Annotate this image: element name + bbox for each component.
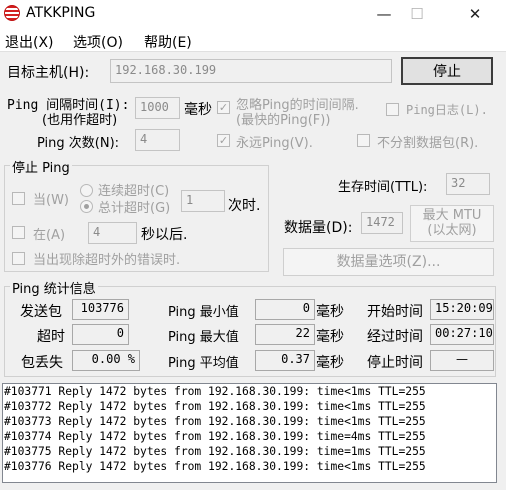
start-time-label: 开始时间: [367, 304, 423, 320]
data-size-label: 数据量(D):: [284, 220, 353, 236]
count-input[interactable]: 4: [135, 129, 180, 151]
interval-unit: 毫秒: [184, 102, 212, 118]
stop-on-error-checkbox[interactable]: [12, 252, 25, 265]
stop-at-checkbox[interactable]: [12, 226, 25, 239]
data-size-input[interactable]: 1472: [361, 212, 403, 234]
log-line: #103774 Reply 1472 bytes from 192.168.30…: [4, 430, 426, 443]
stop-at-label: 在(A): [33, 228, 66, 243]
max-mtu-line2: (以太网): [427, 223, 477, 238]
loss-label: 包丢失: [21, 355, 63, 371]
min-unit: 毫秒: [316, 304, 344, 320]
ttl-input[interactable]: 32: [446, 173, 490, 195]
total-timeout-label: 总计超时(G): [98, 201, 171, 216]
stats-title: Ping 统计信息: [10, 278, 98, 297]
count-label: Ping 次数(N):: [37, 136, 120, 151]
log-line: #103776 Reply 1472 bytes from 192.168.30…: [4, 460, 426, 473]
min-label: Ping 最小值: [168, 305, 239, 320]
max-mtu-button[interactable]: 最大 MTU (以太网): [410, 205, 494, 242]
stop-on-error-label: 当出现除超时外的错误时.: [33, 253, 181, 268]
timeout-count-input[interactable]: 1: [181, 190, 225, 212]
max-label: Ping 最大值: [168, 330, 239, 345]
avg-label: Ping 平均值: [168, 356, 239, 371]
max-mtu-line1: 最大 MTU: [422, 208, 482, 223]
no-fragment-label: 不分割数据包(R).: [377, 136, 479, 151]
times-label: 次时.: [228, 198, 261, 214]
app-icon: [4, 5, 20, 21]
total-timeout-radio[interactable]: [80, 200, 93, 213]
log-line: #103773 Reply 1472 bytes from 192.168.30…: [4, 415, 426, 428]
max-value: 22: [255, 324, 315, 345]
ignore-interval-checkbox[interactable]: ✓: [217, 101, 230, 114]
maximize-button[interactable]: ☐: [394, 0, 440, 28]
start-time-value: 15:20:09: [430, 299, 494, 320]
timeout-value: 0: [72, 324, 129, 345]
ping-log-checkbox[interactable]: [386, 103, 399, 116]
ping-forever-checkbox[interactable]: ✓: [217, 134, 230, 147]
ping-log-box[interactable]: #103771 Reply 1472 bytes from 192.168.30…: [2, 383, 497, 483]
log-line: #103771 Reply 1472 bytes from 192.168.30…: [4, 385, 426, 398]
ignore-interval-sublabel: (最快的Ping(F)): [236, 113, 331, 128]
stop-time-label: 停止时间: [367, 355, 423, 371]
ping-log-label: Ping日志(L).: [406, 103, 488, 117]
consecutive-timeout-radio[interactable]: [80, 184, 93, 197]
no-fragment-checkbox[interactable]: [357, 134, 370, 147]
stop-button[interactable]: 停止: [401, 57, 493, 85]
stop-at-seconds-input[interactable]: 4: [88, 222, 137, 244]
loss-value: 0.00 %: [72, 350, 140, 371]
timeout-label: 超时: [37, 329, 65, 345]
sent-label: 发送包: [20, 304, 62, 320]
interval-input[interactable]: 1000: [135, 97, 180, 119]
sent-value: 103776: [72, 299, 129, 320]
avg-unit: 毫秒: [316, 355, 344, 371]
target-host-label: 目标主机(H):: [7, 65, 90, 81]
max-unit: 毫秒: [316, 329, 344, 345]
stop-ping-title: 停止 Ping: [10, 157, 72, 176]
stop-when-checkbox[interactable]: [12, 192, 25, 205]
interval-sublabel: (也用作超时): [42, 113, 118, 128]
min-value: 0: [255, 299, 315, 320]
target-host-input[interactable]: 192.168.30.199: [110, 59, 392, 83]
data-options-button[interactable]: 数据量选项(Z)...: [283, 248, 494, 276]
close-button[interactable]: ✕: [452, 0, 498, 28]
seconds-after-label: 秒以后.: [141, 227, 188, 243]
stop-time-value: —: [430, 350, 494, 371]
ttl-label: 生存时间(TTL):: [338, 180, 428, 195]
ping-forever-label: 永远Ping(V).: [236, 136, 313, 151]
elapsed-time-value: 00:27:10: [430, 324, 494, 345]
menu-help[interactable]: 帮助(E): [144, 32, 192, 52]
elapsed-time-label: 经过时间: [367, 329, 423, 345]
log-line: #103772 Reply 1472 bytes from 192.168.30…: [4, 400, 426, 413]
window-title: ATKKPING: [26, 5, 96, 21]
menu-exit[interactable]: 退出(X): [5, 32, 54, 52]
menu-options[interactable]: 选项(O): [73, 32, 123, 52]
avg-value: 0.37: [255, 350, 315, 371]
stop-when-label: 当(W): [33, 193, 69, 208]
log-line: #103775 Reply 1472 bytes from 192.168.30…: [4, 445, 426, 458]
